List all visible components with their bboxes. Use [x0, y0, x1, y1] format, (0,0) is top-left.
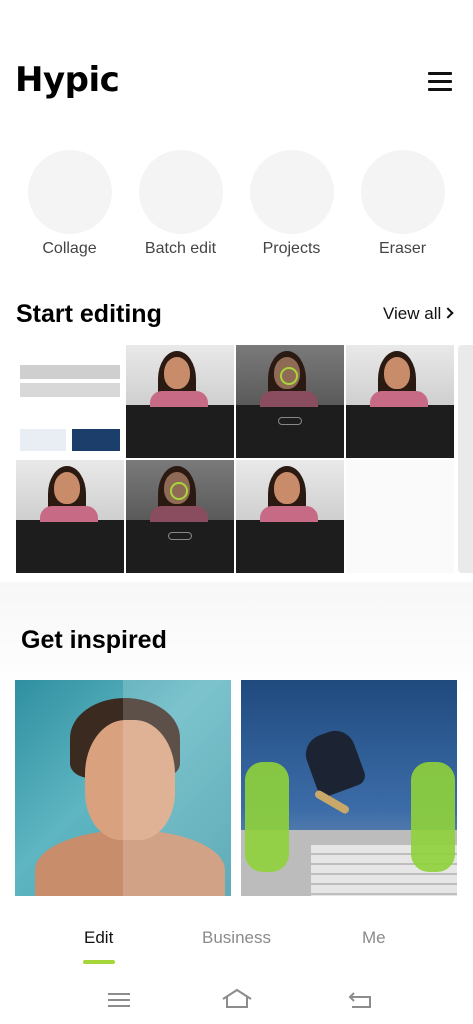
bottom-nav: Edit Business Me: [0, 903, 473, 978]
menu-icon[interactable]: [426, 70, 454, 94]
view-all-label: View all: [383, 304, 442, 323]
tool-batch-edit[interactable]: Batch edit: [125, 150, 236, 258]
next-project-peek[interactable]: [458, 345, 473, 573]
recent-projects: [16, 345, 473, 575]
project-thumbnail[interactable]: [346, 345, 454, 458]
project-thumbnail[interactable]: [16, 460, 124, 573]
nav-edit[interactable]: Edit: [84, 928, 113, 948]
projects-icon: [249, 150, 334, 234]
home-icon[interactable]: [221, 986, 252, 1012]
project-thumbnail[interactable]: [236, 460, 344, 573]
tool-label: Batch edit: [144, 240, 217, 257]
project-thumbnail[interactable]: [126, 345, 234, 458]
collage-icon: [27, 150, 112, 234]
batch-edit-icon: [138, 150, 223, 234]
tool-label: Collage: [42, 240, 97, 257]
inspiration-card-portrait[interactable]: [15, 680, 231, 896]
view-all-link[interactable]: View all: [383, 304, 454, 324]
quick-tools: Collage Batch edit Projects Eraser: [0, 150, 473, 265]
project-thumbnail[interactable]: [126, 460, 234, 573]
inspiration-card-skater[interactable]: [241, 680, 457, 896]
back-icon[interactable]: [346, 986, 376, 1012]
recent-apps-icon[interactable]: [104, 986, 134, 1012]
nav-business[interactable]: Business: [202, 928, 271, 948]
active-tab-indicator: [83, 960, 115, 964]
app-logo: Hypic: [15, 60, 120, 100]
empty-thumbnail-slot: [346, 460, 454, 573]
tool-projects[interactable]: Projects: [236, 150, 347, 258]
tool-label: Eraser: [378, 240, 427, 257]
tool-collage[interactable]: Collage: [14, 150, 125, 258]
tool-eraser[interactable]: Eraser: [347, 150, 458, 258]
system-nav-bar: [0, 978, 473, 1024]
nav-me[interactable]: Me: [362, 928, 386, 948]
app-header: Hypic: [0, 0, 473, 130]
start-editing-title: Start editing: [16, 300, 162, 328]
get-inspired-title: Get inspired: [21, 626, 167, 654]
chevron-right-icon: [442, 307, 454, 319]
tool-label: Projects: [262, 240, 321, 257]
eraser-icon: [360, 150, 445, 234]
project-thumbnail[interactable]: [236, 345, 344, 458]
project-thumbnail[interactable]: [16, 345, 124, 458]
